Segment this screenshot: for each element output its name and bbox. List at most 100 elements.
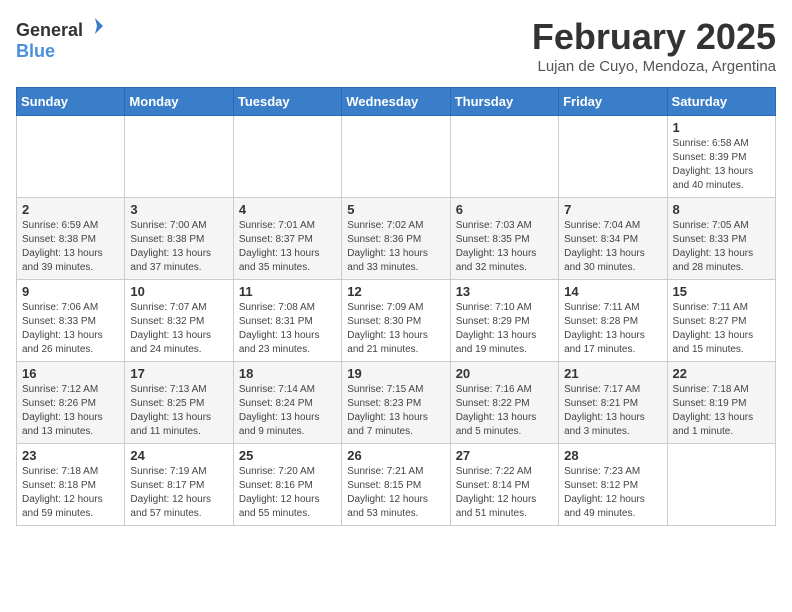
day-number: 14 [564, 284, 661, 299]
day-number: 2 [22, 202, 119, 217]
day-cell-18: 18Sunrise: 7:14 AM Sunset: 8:24 PM Dayli… [233, 362, 341, 444]
empty-cell [450, 116, 558, 198]
day-info: Sunrise: 7:11 AM Sunset: 8:27 PM Dayligh… [673, 301, 770, 357]
day-header-tuesday: Tuesday [233, 88, 341, 116]
day-cell-16: 16 Sunrise: 7:12 AM Sunset: 8:26 PM Dayli… [17, 362, 125, 444]
empty-cell [559, 116, 667, 198]
day-number: 6 [456, 202, 553, 217]
day-number: 21 [564, 366, 661, 381]
day-number: 11 [239, 284, 336, 299]
day-number: 10 [130, 284, 227, 299]
day-number: 8 [673, 202, 770, 217]
day-info: Sunrise: 7:21 AM Sunset: 8:15 PM Dayligh… [347, 465, 444, 521]
empty-cell [342, 116, 450, 198]
day-cell-8: 8 Sunrise: 7:05 AM Sunset: 8:33 PM Daylig… [667, 198, 775, 280]
empty-cell [125, 116, 233, 198]
day-cell-13: 13 Sunrise: 7:10 AM Sunset: 8:29 PM Dayli… [450, 280, 558, 362]
day-info: Sunrise: 7:22 AM Sunset: 8:14 PM Dayligh… [456, 465, 553, 521]
logo-icon [85, 16, 105, 36]
day-info: Sunrise: 7:05 AM Sunset: 8:33 PM Dayligh… [673, 219, 770, 275]
day-cell-22: 22Sunrise: 7:18 AM Sunset: 8:19 PM Dayli… [667, 362, 775, 444]
day-info: Sunrise: 7:13 AM Sunset: 8:25 PM Dayligh… [130, 383, 227, 439]
day-cell-28: 28Sunrise: 7:23 AM Sunset: 8:12 PM Dayli… [559, 444, 667, 526]
day-cell-11: 11Sunrise: 7:08 AM Sunset: 8:31 PM Dayli… [233, 280, 341, 362]
day-number: 20 [456, 366, 553, 381]
day-number: 26 [347, 448, 444, 463]
header: General Blue February 2025 Lujan de Cuyo… [16, 16, 776, 75]
day-number: 12 [347, 284, 444, 299]
day-info: Sunrise: 6:59 AM Sunset: 8:38 PM Dayligh… [22, 219, 119, 275]
day-number: 24 [130, 448, 227, 463]
logo: General Blue [16, 16, 105, 62]
week-row-5: 23 Sunrise: 7:18 AM Sunset: 8:18 PM Dayli… [17, 444, 776, 526]
day-number: 23 [22, 448, 119, 463]
day-cell-9: 9 Sunrise: 7:06 AM Sunset: 8:33 PM Daylig… [17, 280, 125, 362]
day-info: Sunrise: 7:12 AM Sunset: 8:26 PM Dayligh… [22, 383, 119, 439]
day-header-saturday: Saturday [667, 88, 775, 116]
day-info: Sunrise: 7:11 AM Sunset: 8:28 PM Dayligh… [564, 301, 661, 357]
empty-cell [17, 116, 125, 198]
day-cell-19: 19 Sunrise: 7:15 AM Sunset: 8:23 PM Dayli… [342, 362, 450, 444]
day-info: Sunrise: 7:02 AM Sunset: 8:36 PM Dayligh… [347, 219, 444, 275]
day-cell-10: 10 Sunrise: 7:07 AM Sunset: 8:32 PM Dayli… [125, 280, 233, 362]
day-info: Sunrise: 7:19 AM Sunset: 8:17 PM Dayligh… [130, 465, 227, 521]
day-number: 27 [456, 448, 553, 463]
week-row-2: 2 Sunrise: 6:59 AM Sunset: 8:38 PM Daylig… [17, 198, 776, 280]
day-number: 19 [347, 366, 444, 381]
day-number: 17 [130, 366, 227, 381]
day-header-sunday: Sunday [17, 88, 125, 116]
day-header-monday: Monday [125, 88, 233, 116]
day-number: 16 [22, 366, 119, 381]
day-cell-21: 21Sunrise: 7:17 AM Sunset: 8:21 PM Dayli… [559, 362, 667, 444]
day-cell-15: 15 Sunrise: 7:11 AM Sunset: 8:27 PM Dayli… [667, 280, 775, 362]
day-info: Sunrise: 7:15 AM Sunset: 8:23 PM Dayligh… [347, 383, 444, 439]
day-cell-23: 23 Sunrise: 7:18 AM Sunset: 8:18 PM Dayli… [17, 444, 125, 526]
day-info: Sunrise: 6:58 AM Sunset: 8:39 PM Dayligh… [673, 137, 770, 193]
day-number: 4 [239, 202, 336, 217]
day-info: Sunrise: 7:18 AM Sunset: 8:18 PM Dayligh… [22, 465, 119, 521]
day-cell-5: 5 Sunrise: 7:02 AM Sunset: 8:36 PM Daylig… [342, 198, 450, 280]
day-info: Sunrise: 7:04 AM Sunset: 8:34 PM Dayligh… [564, 219, 661, 275]
logo-blue: Blue [16, 41, 55, 61]
logo-general: General [16, 20, 83, 40]
day-header-thursday: Thursday [450, 88, 558, 116]
day-number: 22 [673, 366, 770, 381]
day-cell-7: 7 Sunrise: 7:04 AM Sunset: 8:34 PM Daylig… [559, 198, 667, 280]
day-number: 28 [564, 448, 661, 463]
day-cell-25: 25Sunrise: 7:20 AM Sunset: 8:16 PM Dayli… [233, 444, 341, 526]
day-cell-26: 26 Sunrise: 7:21 AM Sunset: 8:15 PM Dayli… [342, 444, 450, 526]
day-number: 25 [239, 448, 336, 463]
day-cell-20: 20Sunrise: 7:16 AM Sunset: 8:22 PM Dayli… [450, 362, 558, 444]
day-number: 13 [456, 284, 553, 299]
day-cell-3: 3Sunrise: 7:00 AM Sunset: 8:38 PM Daylig… [125, 198, 233, 280]
day-cell-24: 24 Sunrise: 7:19 AM Sunset: 8:17 PM Dayli… [125, 444, 233, 526]
empty-cell [233, 116, 341, 198]
calendar-table: SundayMondayTuesdayWednesdayThursdayFrid… [16, 87, 776, 526]
week-row-3: 9 Sunrise: 7:06 AM Sunset: 8:33 PM Daylig… [17, 280, 776, 362]
day-cell-6: 6 Sunrise: 7:03 AM Sunset: 8:35 PM Daylig… [450, 198, 558, 280]
day-cell-4: 4 Sunrise: 7:01 AM Sunset: 8:37 PM Daylig… [233, 198, 341, 280]
day-number: 1 [673, 120, 770, 135]
day-cell-27: 27 Sunrise: 7:22 AM Sunset: 8:14 PM Dayli… [450, 444, 558, 526]
day-number: 9 [22, 284, 119, 299]
day-number: 5 [347, 202, 444, 217]
day-info: Sunrise: 7:03 AM Sunset: 8:35 PM Dayligh… [456, 219, 553, 275]
day-number: 3 [130, 202, 227, 217]
day-number: 15 [673, 284, 770, 299]
day-cell-17: 17 Sunrise: 7:13 AM Sunset: 8:25 PM Dayli… [125, 362, 233, 444]
location-title: Lujan de Cuyo, Mendoza, Argentina [532, 58, 776, 75]
day-info: Sunrise: 7:09 AM Sunset: 8:30 PM Dayligh… [347, 301, 444, 357]
day-info: Sunrise: 7:01 AM Sunset: 8:37 PM Dayligh… [239, 219, 336, 275]
day-number: 7 [564, 202, 661, 217]
day-info: Sunrise: 7:10 AM Sunset: 8:29 PM Dayligh… [456, 301, 553, 357]
day-header-friday: Friday [559, 88, 667, 116]
day-info: Sunrise: 7:07 AM Sunset: 8:32 PM Dayligh… [130, 301, 227, 357]
empty-cell [667, 444, 775, 526]
week-row-1: 1 Sunrise: 6:58 AM Sunset: 8:39 PM Daylig… [17, 116, 776, 198]
day-info: Sunrise: 7:14 AM Sunset: 8:24 PM Dayligh… [239, 383, 336, 439]
week-row-4: 16 Sunrise: 7:12 AM Sunset: 8:26 PM Dayli… [17, 362, 776, 444]
day-header-wednesday: Wednesday [342, 88, 450, 116]
day-info: Sunrise: 7:06 AM Sunset: 8:33 PM Dayligh… [22, 301, 119, 357]
logo-text: General Blue [16, 16, 105, 62]
month-title: February 2025 [532, 16, 776, 58]
